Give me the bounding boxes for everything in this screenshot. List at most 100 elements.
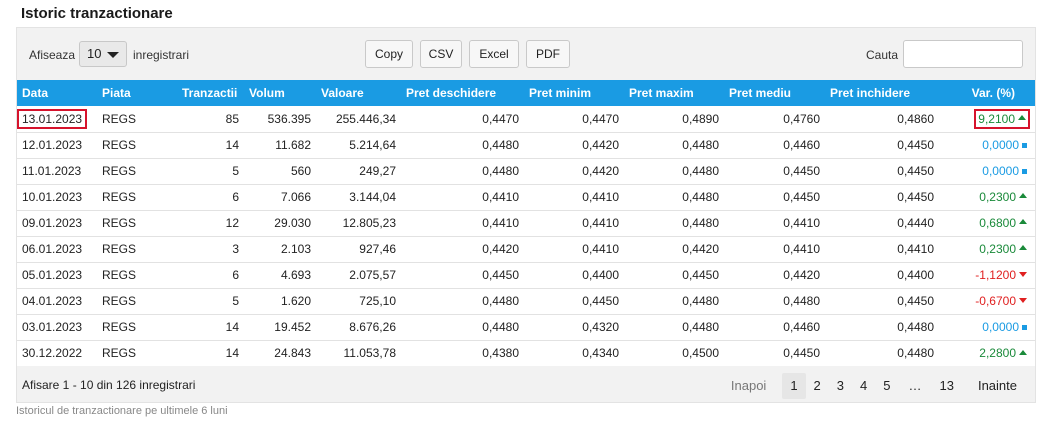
- cell-pret-inchidere-value: 0,4410: [897, 242, 934, 256]
- cell-pret-inchidere: 0,4450: [825, 183, 939, 210]
- cell-tranzactii: 5: [177, 287, 244, 314]
- cell-pret-mediu-value: 0,4450: [783, 164, 820, 178]
- col-header-pret-maxim[interactable]: Pret maxim: [624, 80, 724, 106]
- search-input[interactable]: [903, 40, 1023, 68]
- cell-data-value: 09.01.2023: [22, 216, 83, 230]
- cell-pret-inchidere: 0,4450: [825, 131, 939, 158]
- square-dot-icon: [1022, 325, 1027, 331]
- cell-data: 03.01.2023: [17, 313, 97, 340]
- col-header-pret-inchidere[interactable]: Pret inchidere: [825, 80, 939, 106]
- cell-volum-value: 1.620: [280, 294, 311, 308]
- excel-button[interactable]: Excel: [469, 40, 519, 68]
- cell-piata-value: REGS: [102, 111, 137, 126]
- pagination-page-1[interactable]: 1: [782, 373, 806, 399]
- col-header-data[interactable]: Data: [17, 80, 97, 106]
- cell-data-value: 10.01.2023: [22, 190, 83, 204]
- col-header-tranzactii[interactable]: Tranzactii: [177, 80, 244, 106]
- cell-data: 13.01.2023: [17, 106, 97, 132]
- cell-tranzactii: 5: [177, 157, 244, 184]
- cell-valoare-value: 725,10: [359, 294, 396, 308]
- table-row: 03.01.2023 REGS 14 19.452 8.676,26 0,4480 0,43…: [17, 313, 1035, 340]
- cell-pret-deschidere-value: 0,4480: [482, 294, 519, 308]
- cell-pret-minim: 0,4420: [524, 157, 624, 184]
- pagination-page-3[interactable]: 3: [829, 373, 852, 399]
- csv-button[interactable]: CSV: [420, 40, 462, 68]
- cell-data-value: 03.01.2023: [22, 320, 83, 334]
- cell-piata: REGS: [97, 287, 177, 314]
- cell-piata-value: REGS: [102, 242, 137, 256]
- cell-pret-mediu-value: 0,4450: [783, 190, 820, 204]
- copy-button[interactable]: Copy: [365, 40, 413, 68]
- cell-pret-mediu-value: 0,4460: [783, 320, 820, 334]
- cell-pret-minim-value: 0,4470: [582, 111, 619, 126]
- table-row: 10.01.2023 REGS 6 7.066 3.144,04 0,4410 0,4410…: [17, 183, 1035, 210]
- cell-volum: 1.620: [244, 287, 316, 314]
- cell-pret-maxim: 0,4480: [624, 183, 724, 210]
- cell-volum-value: 560: [290, 164, 311, 178]
- col-header-pret-deschidere[interactable]: Pret deschidere: [401, 80, 524, 106]
- cell-tranzactii: 14: [177, 131, 244, 158]
- var-wrapper: 0,0000: [982, 164, 1027, 178]
- cell-pret-maxim: 0,4480: [624, 131, 724, 158]
- cell-pret-mediu-value: 0,4480: [783, 294, 820, 308]
- table-row: 11.01.2023 REGS 5 560 249,27 0,4480 0,4420 0,44…: [17, 157, 1035, 184]
- var-wrapper: 0,2300: [979, 242, 1027, 256]
- cell-pret-maxim-value: 0,4480: [682, 190, 719, 204]
- pagination-page-5[interactable]: 5: [875, 373, 898, 399]
- col-header-pret-mediu[interactable]: Pret mediu: [724, 80, 825, 106]
- pagination-prev-button[interactable]: Inapoi: [723, 373, 774, 399]
- cell-valoare-value: 3.144,04: [349, 190, 396, 204]
- cell-pret-maxim: 0,4480: [624, 313, 724, 340]
- pagination-page-13[interactable]: 13: [931, 373, 961, 399]
- col-header-piata[interactable]: Piata: [97, 80, 177, 106]
- triangle-down-icon: [1019, 298, 1027, 304]
- cell-pret-minim-value: 0,4410: [582, 216, 619, 230]
- cell-tranzactii-value: 5: [232, 294, 239, 308]
- cell-pret-maxim-value: 0,4480: [682, 164, 719, 178]
- cell-pret-deschidere-value: 0,4420: [482, 242, 519, 256]
- col-header-var[interactable]: Var. (%): [939, 80, 1035, 106]
- cell-valoare: 927,46: [316, 235, 401, 262]
- cell-piata: REGS: [97, 235, 177, 262]
- cell-volum-value: 4.693: [280, 268, 311, 282]
- triangle-up-icon: [1019, 349, 1027, 355]
- cell-volum: 560: [244, 157, 316, 184]
- pagination-page-2[interactable]: 2: [806, 373, 829, 399]
- square-dot-icon: [1022, 143, 1027, 149]
- cell-tranzactii: 3: [177, 235, 244, 262]
- cell-piata-value: REGS: [102, 268, 137, 282]
- cell-pret-minim-value: 0,4420: [582, 138, 619, 152]
- cell-valoare-value: 927,46: [359, 242, 396, 256]
- pagination-next-button[interactable]: Inainte: [970, 373, 1025, 399]
- cell-volum: 7.066: [244, 183, 316, 210]
- cell-valoare: 725,10: [316, 287, 401, 314]
- cell-pret-inchidere-value: 0,4440: [897, 216, 934, 230]
- cell-pret-mediu: 0,4460: [724, 313, 825, 340]
- show-label: Afiseaza: [29, 48, 76, 62]
- search-label: Cauta: [866, 48, 899, 62]
- entries-label: inregistrari: [133, 48, 190, 62]
- cell-tranzactii-value: 6: [232, 190, 239, 204]
- col-header-volum[interactable]: Volum: [244, 80, 316, 106]
- cell-valoare-value: 5.214,64: [349, 138, 396, 152]
- col-header-valoare[interactable]: Valoare: [316, 80, 401, 106]
- var-wrapper: 0,2300: [979, 190, 1027, 204]
- cell-data-value: 30.12.2022: [22, 346, 83, 361]
- cell-pret-maxim-value: 0,4420: [682, 242, 719, 256]
- triangle-up-icon: [1019, 193, 1027, 199]
- cell-data-value: 06.01.2023: [22, 242, 83, 256]
- cell-data: 05.01.2023: [17, 261, 97, 288]
- cell-pret-maxim: 0,4480: [624, 209, 724, 236]
- cell-tranzactii: 6: [177, 183, 244, 210]
- cell-pret-maxim: 0,4890: [624, 106, 724, 132]
- col-header-pret-minim[interactable]: Pret minim: [524, 80, 624, 106]
- cell-valoare-value: 249,27: [359, 164, 396, 178]
- page-length-select[interactable]: 10: [79, 41, 127, 67]
- cell-data: 11.01.2023: [17, 157, 97, 184]
- pagination-page-4[interactable]: 4: [852, 373, 875, 399]
- pdf-button[interactable]: PDF: [526, 40, 570, 68]
- table-row: 06.01.2023 REGS 3 2.103 927,46 0,4420 0,4410 0,…: [17, 235, 1035, 262]
- cell-valoare: 249,27: [316, 157, 401, 184]
- cell-pret-inchidere-value: 0,4450: [897, 138, 934, 152]
- cell-pret-minim: 0,4400: [524, 261, 624, 288]
